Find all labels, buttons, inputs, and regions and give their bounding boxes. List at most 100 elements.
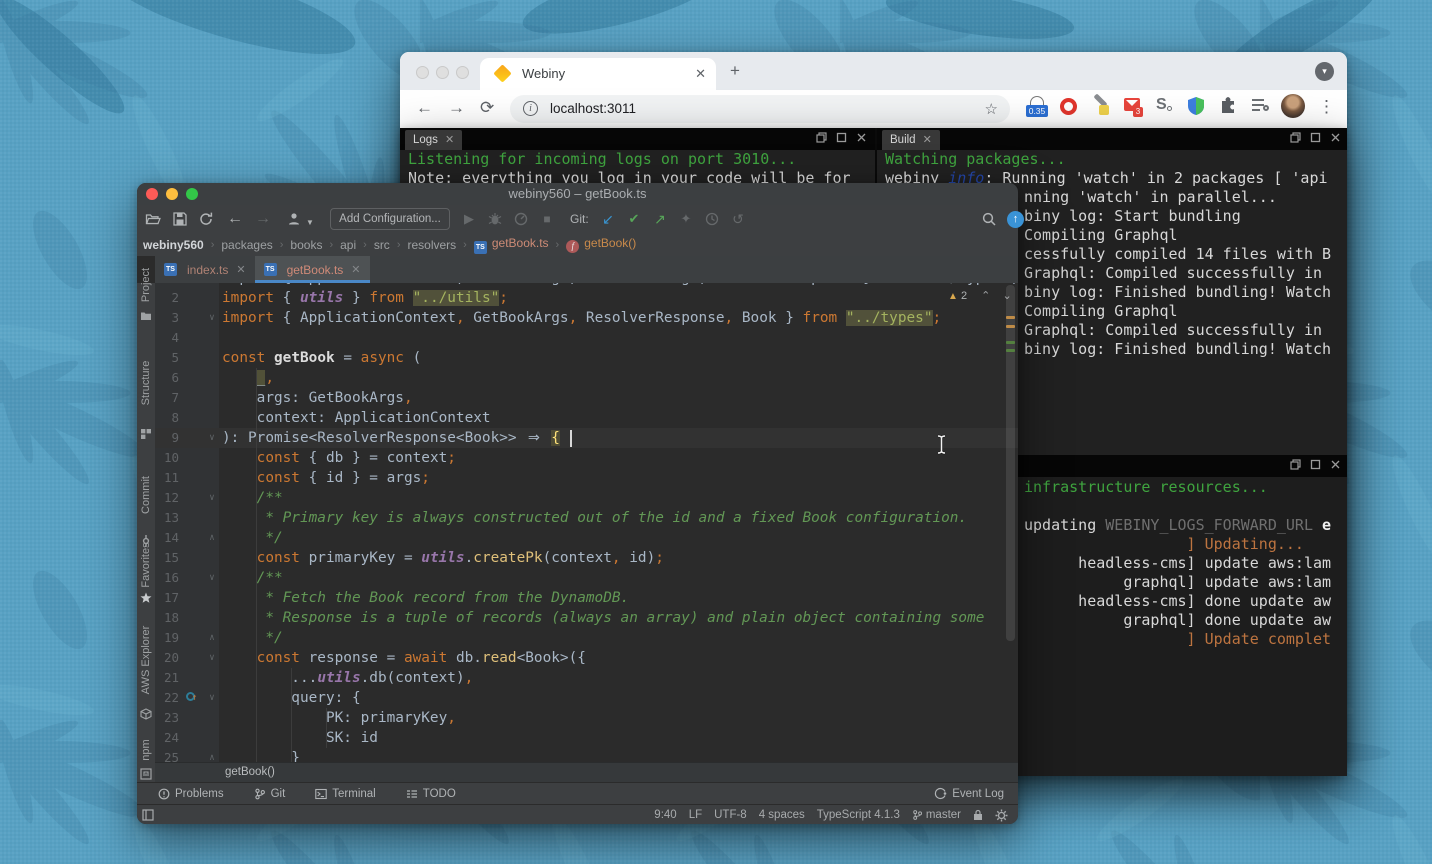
rollback-icon[interactable]: ↺: [730, 211, 746, 227]
address-bar[interactable]: i localhost:3011 ☆: [510, 95, 1010, 123]
toolwindow-todo[interactable]: TODO: [406, 788, 456, 800]
extension-mail-icon[interactable]: 3: [1122, 96, 1144, 118]
extension-timer-icon[interactable]: 0.35: [1026, 96, 1048, 118]
new-tab-button[interactable]: +: [730, 61, 740, 81]
git-commit-icon[interactable]: ✔: [626, 211, 642, 227]
build-tab[interactable]: Build✕: [882, 130, 940, 150]
history-icon[interactable]: [704, 211, 720, 227]
user-account-icon[interactable]: [287, 211, 303, 227]
editor-scrollbar[interactable]: [1006, 285, 1015, 641]
inspection-widget[interactable]: ▲ 2 ⌃ ⌄: [948, 289, 1012, 302]
stripe-label-favorites[interactable]: Favorites: [140, 542, 152, 587]
toolwindow-event-log[interactable]: Event Log: [934, 787, 1004, 800]
breadcrumb-item[interactable]: fgetBook(): [566, 236, 636, 253]
breadcrumb-item[interactable]: api: [340, 238, 356, 252]
gutter-run-icon[interactable]: ↑: [186, 692, 195, 701]
folder-icon[interactable]: [140, 309, 152, 321]
fold-marker-icon[interactable]: ∧: [205, 528, 219, 548]
stripe-label-project[interactable]: Project: [140, 268, 152, 302]
tab-close-icon[interactable]: ✕: [351, 263, 360, 276]
open-folder-icon[interactable]: [145, 211, 161, 227]
bookmark-star-icon[interactable]: ☆: [985, 100, 998, 118]
browser-menu-icon[interactable]: ⋮: [1318, 97, 1335, 117]
fold-marker-icon[interactable]: ∨: [205, 688, 219, 708]
git-stash-icon[interactable]: ✦: [678, 211, 694, 227]
status-indent[interactable]: 4 spaces: [759, 809, 805, 821]
code-editor[interactable]: 1import { ApplicationContext, GetBookArg…: [155, 283, 1018, 762]
profiler-icon[interactable]: [513, 211, 529, 227]
fold-marker-icon[interactable]: ∨: [205, 488, 219, 508]
toolwindow-terminal[interactable]: Terminal: [315, 788, 375, 800]
breadcrumb-item[interactable]: books: [290, 238, 322, 252]
fold-marker-icon[interactable]: ∨: [205, 568, 219, 588]
star-icon[interactable]: [140, 591, 152, 603]
add-configuration-button[interactable]: Add Configuration...: [330, 208, 450, 230]
stripe-label-aws-explorer[interactable]: AWS Explorer: [140, 626, 152, 695]
extension-puzzle-icon[interactable]: [1218, 96, 1240, 118]
cube-icon[interactable]: [140, 707, 152, 719]
fold-marker-icon[interactable]: ∧: [205, 628, 219, 648]
breadcrumb-item[interactable]: src: [374, 238, 390, 252]
browser-close-button[interactable]: [416, 66, 429, 79]
extension-shield-icon[interactable]: [1186, 96, 1208, 118]
back-button[interactable]: ←: [416, 98, 433, 118]
stop-icon[interactable]: ■: [539, 211, 555, 227]
status-caret-position[interactable]: 9:40: [654, 809, 676, 821]
info-stripe-mark[interactable]: [1006, 349, 1015, 352]
status-typescript-version[interactable]: TypeScript 4.1.3: [817, 809, 900, 821]
editor-tab-index.ts[interactable]: TSindex.ts✕: [155, 256, 255, 283]
breadcrumb-item[interactable]: webiny560: [143, 238, 204, 252]
extension-sessions-icon[interactable]: S: [1154, 96, 1176, 118]
toolwindow-git[interactable]: Git: [254, 788, 286, 800]
git-push-icon[interactable]: ↗: [652, 211, 668, 227]
stripe-label-npm[interactable]: npm: [140, 739, 152, 760]
stripe-label-structure[interactable]: Structure: [140, 361, 152, 406]
logs-window-controls[interactable]: [816, 132, 867, 143]
build-tab-close-icon[interactable]: ✕: [923, 134, 932, 146]
toolwindow-problems[interactable]: Problems: [158, 788, 224, 800]
browser-avatar[interactable]: [1281, 94, 1303, 116]
update-available-icon[interactable]: ↑: [1007, 211, 1023, 227]
save-icon[interactable]: [172, 211, 188, 227]
npmbox-icon[interactable]: [140, 767, 152, 779]
run-icon[interactable]: ▶: [461, 211, 477, 227]
extension-opera-icon[interactable]: [1058, 96, 1080, 118]
browser-minimize-button[interactable]: [436, 66, 449, 79]
browser-profile-chevron[interactable]: ▾: [1315, 62, 1334, 81]
deploy-window-controls[interactable]: [1290, 459, 1341, 470]
status-encoding[interactable]: UTF-8: [714, 809, 747, 821]
status-line-separator[interactable]: LF: [689, 809, 702, 821]
warning-stripe-mark[interactable]: [1006, 316, 1015, 319]
site-info-icon[interactable]: i: [523, 101, 538, 116]
grid-icon[interactable]: [140, 427, 152, 439]
logs-tab-close-icon[interactable]: ✕: [445, 134, 454, 146]
forward-button[interactable]: →: [448, 98, 465, 118]
debug-icon[interactable]: [487, 211, 503, 227]
tab-close-icon[interactable]: ✕: [695, 66, 706, 82]
navigate-forward-icon[interactable]: →: [255, 211, 271, 227]
breadcrumb-item[interactable]: packages: [221, 238, 272, 252]
extension-playlist-icon[interactable]: [1250, 96, 1272, 118]
browser-zoom-button[interactable]: [456, 66, 469, 79]
fold-marker-icon[interactable]: ∨: [205, 428, 219, 448]
lock-icon[interactable]: [973, 809, 983, 821]
sync-icon[interactable]: [198, 211, 214, 227]
fold-marker-icon[interactable]: ∧: [205, 748, 219, 762]
tab-close-icon[interactable]: ✕: [236, 263, 245, 276]
browser-tab[interactable]: Webiny ✕: [480, 58, 716, 90]
stripe-label-commit[interactable]: Commit: [140, 476, 152, 514]
build-window-controls[interactable]: [1290, 132, 1341, 143]
fold-marker-icon[interactable]: ∨: [205, 648, 219, 668]
navigate-back-icon[interactable]: ←: [227, 211, 243, 227]
warning-stripe-mark[interactable]: [1006, 325, 1015, 328]
breadcrumb-item[interactable]: TSgetBook.ts: [474, 236, 549, 254]
gear-icon[interactable]: [995, 809, 1008, 822]
extension-colorpicker-icon[interactable]: [1090, 96, 1112, 118]
reload-button[interactable]: ⟳: [480, 98, 494, 118]
info-stripe-mark[interactable]: [1006, 341, 1015, 344]
fold-marker-icon[interactable]: ∨: [205, 308, 219, 328]
layout-icon[interactable]: [142, 809, 154, 824]
editor-tab-getBook.ts[interactable]: TSgetBook.ts✕: [255, 256, 370, 283]
git-update-icon[interactable]: ↙: [600, 211, 616, 227]
search-everywhere-icon[interactable]: [981, 211, 997, 227]
